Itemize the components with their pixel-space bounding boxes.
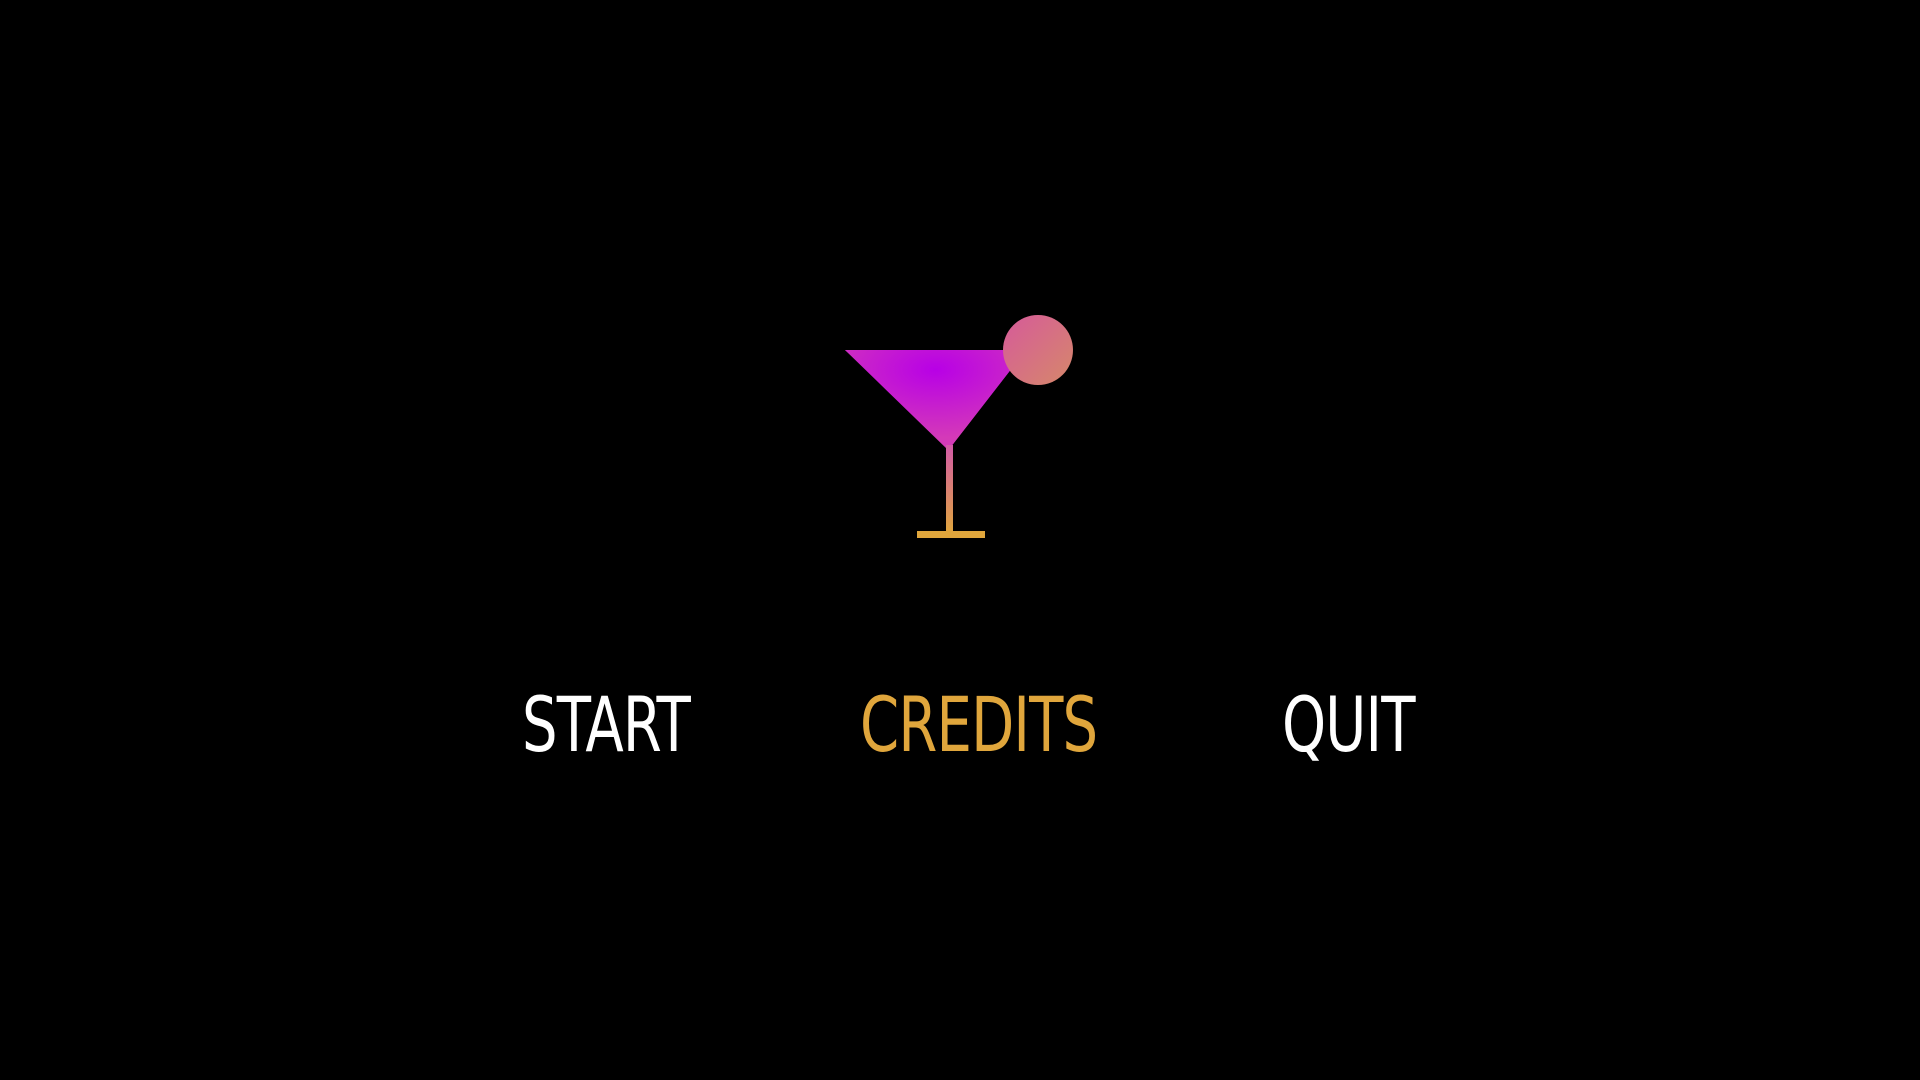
main-menu-screen: START CREDITS QUIT [0, 0, 1920, 1080]
glass-stem-shape [946, 445, 953, 533]
credits-menu-option[interactable]: CREDITS [860, 682, 1098, 768]
quit-menu-option[interactable]: QUIT [1282, 682, 1415, 768]
garnish-circle-shape [1003, 315, 1073, 385]
start-menu-option[interactable]: START [522, 682, 691, 768]
glass-base-shape [917, 531, 985, 538]
cocktail-glass-icon [840, 293, 1080, 543]
